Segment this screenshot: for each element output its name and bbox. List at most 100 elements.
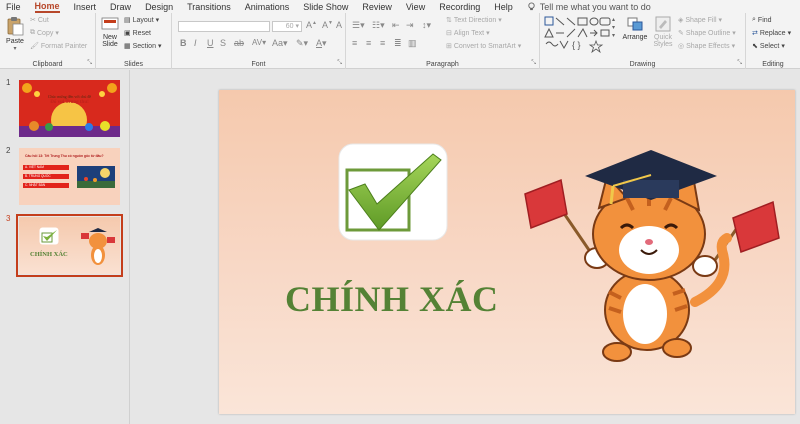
shape-effects-label: Shape Effects xyxy=(686,42,730,50)
font-color-icon[interactable]: A▾ xyxy=(316,38,327,49)
convert-smartart-button[interactable]: ⊞ Convert to SmartArt ▾ xyxy=(446,42,521,51)
paste-button[interactable]: Paste ▾ xyxy=(4,16,26,52)
bullets-icon[interactable]: ☰▾ xyxy=(352,20,365,31)
checkmark-icon[interactable] xyxy=(337,142,449,242)
layout-button[interactable]: ▤ Layout ▾ xyxy=(124,16,159,25)
text-direction-button[interactable]: ⇅ Text Direction ▾ xyxy=(446,16,502,25)
font-size-combo[interactable]: 60 ▾ xyxy=(272,21,302,32)
align-text-label: Align Text xyxy=(453,29,485,37)
thumb-2-option-c: C. NHẬT BẢN xyxy=(23,183,69,188)
section-button[interactable]: ▦ Section ▾ xyxy=(124,42,162,51)
ribbon-tab-bar: File Home Insert Draw Design Transitions… xyxy=(0,0,800,13)
dialog-launcher-icon[interactable]: ⤡ xyxy=(337,60,342,67)
numbering-icon[interactable]: ☷▾ xyxy=(372,20,385,31)
format-painter-button[interactable]: 🖌 Format Painter xyxy=(30,42,88,51)
tell-me-search[interactable]: Tell me what you want to do xyxy=(527,2,651,12)
slide-thumbnail-1[interactable]: Chúc mừng đến với chủ đề Đố vui Trung th… xyxy=(19,80,120,137)
tab-view[interactable]: View xyxy=(406,2,425,12)
shape-outline-label: Shape Outline xyxy=(685,29,731,37)
shape-fill-button[interactable]: ◈ Shape Fill ▾ xyxy=(678,16,723,25)
gallery-scroll-icon[interactable]: ▴ ▾ ▾ xyxy=(612,16,615,40)
character-spacing-icon[interactable]: AV▾ xyxy=(252,38,266,47)
align-right-icon[interactable]: ≡ xyxy=(380,38,385,48)
paste-label: Paste xyxy=(6,38,24,45)
columns-icon[interactable]: ▥ xyxy=(408,38,417,49)
slide-number: 2 xyxy=(6,146,11,155)
arrange-button[interactable]: Arrange xyxy=(622,16,648,41)
align-text-icon: ⊟ xyxy=(446,30,452,37)
reset-icon: ▣ xyxy=(124,30,131,37)
justify-icon[interactable]: ≣ xyxy=(394,38,402,49)
align-text-button[interactable]: ⊟ Align Text ▾ xyxy=(446,29,490,38)
italic-icon[interactable]: I xyxy=(194,38,197,48)
increase-font-icon[interactable]: A▲ xyxy=(306,20,317,30)
clipboard-group-label: Clipboard xyxy=(32,61,63,68)
align-left-icon[interactable]: ≡ xyxy=(352,38,357,48)
ribbon: Paste ▾ ✂ Cut ⧉ Copy ▾ 🖌 Format Painter Clip… xyxy=(0,13,800,69)
effects-icon: ◎ xyxy=(678,43,685,50)
dialog-launcher-icon[interactable]: ⤡ xyxy=(87,60,92,67)
dialog-launcher-icon[interactable]: ⤡ xyxy=(531,60,536,67)
shadow-icon[interactable]: S xyxy=(220,38,226,48)
reset-button[interactable]: ▣ Reset xyxy=(124,29,151,38)
chevron-down-icon: ▾ xyxy=(13,46,17,52)
paragraph-group-label: Paragraph xyxy=(426,61,459,68)
tab-help[interactable]: Help xyxy=(494,2,513,12)
layout-icon: ▤ xyxy=(124,17,131,24)
tab-draw[interactable]: Draw xyxy=(110,2,131,12)
new-slide-icon xyxy=(101,17,119,30)
shapes-gallery[interactable]: { } xyxy=(544,16,616,56)
clear-formatting-icon[interactable]: A xyxy=(336,20,342,30)
chevron-down-icon: ▾ xyxy=(486,30,490,37)
cut-button[interactable]: ✂ Cut xyxy=(30,16,49,25)
slide-thumbnail-pane: 1 Chúc mừng đến với chủ đề Đố vui Trung … xyxy=(0,70,130,424)
decrease-indent-icon[interactable]: ⇤ xyxy=(392,20,400,31)
slide-thumbnail-3[interactable]: CHÍNH XÁC xyxy=(16,214,123,277)
tab-animations[interactable]: Animations xyxy=(245,2,290,12)
cat-mascot-image[interactable] xyxy=(517,142,785,364)
thumb-2-question: Câu hỏi 13: Tết Trung Thu có nguồn gốc t… xyxy=(25,154,104,158)
tab-transitions[interactable]: Transitions xyxy=(187,2,231,12)
format-painter-label: Format Painter xyxy=(40,42,88,50)
tab-recording[interactable]: Recording xyxy=(439,2,480,12)
strikethrough-icon[interactable]: ab xyxy=(234,38,244,48)
line-spacing-icon[interactable]: ↕▾ xyxy=(422,20,431,31)
select-button[interactable]: ⬉ Select ▾ xyxy=(752,42,785,51)
slide-title[interactable]: CHÍNH XÁC xyxy=(285,278,499,320)
copy-button[interactable]: ⧉ Copy ▾ xyxy=(30,29,59,37)
layout-label: Layout xyxy=(132,16,154,24)
bold-icon[interactable]: B xyxy=(180,38,187,48)
select-label: Select xyxy=(759,42,780,50)
tab-insert[interactable]: Insert xyxy=(74,2,97,12)
search-icon: ⌕ xyxy=(752,16,756,23)
change-case-icon[interactable]: Aa▾ xyxy=(272,38,288,49)
align-center-icon[interactable]: ≡ xyxy=(366,38,371,48)
tab-file[interactable]: File xyxy=(6,2,21,12)
decrease-font-icon[interactable]: A▼ xyxy=(322,20,333,30)
find-button[interactable]: ⌕ Find xyxy=(752,16,772,24)
convert-smartart-label: Convert to SmartArt xyxy=(453,42,516,50)
quick-styles-icon xyxy=(655,16,671,32)
new-slide-button[interactable]: New Slide xyxy=(98,16,122,48)
underline-icon[interactable]: U xyxy=(207,38,214,48)
thumb-3-title: CHÍNH XÁC xyxy=(30,251,68,258)
tab-design[interactable]: Design xyxy=(145,2,173,12)
slide-thumbnail-2[interactable]: Câu hỏi 13: Tết Trung Thu có nguồn gốc t… xyxy=(19,148,120,205)
highlight-icon[interactable]: ✎▾ xyxy=(296,38,308,49)
tab-home[interactable]: Home xyxy=(34,1,60,13)
dialog-launcher-icon[interactable]: ⤡ xyxy=(737,60,742,67)
shape-outline-button[interactable]: ✎ Shape Outline ▾ xyxy=(678,29,736,38)
cut-label: Cut xyxy=(37,16,49,24)
quick-styles-button[interactable]: Quick Styles xyxy=(650,16,676,48)
replace-button[interactable]: ⇄ Replace ▾ xyxy=(752,29,791,38)
chevron-down-icon: ▾ xyxy=(55,30,59,37)
tab-slide-show[interactable]: Slide Show xyxy=(303,2,348,12)
section-label: Section xyxy=(132,42,156,50)
font-name-combo[interactable] xyxy=(178,21,270,32)
current-slide[interactable]: CHÍNH XÁC xyxy=(219,90,795,414)
increase-indent-icon[interactable]: ⇥ xyxy=(406,20,414,31)
chevron-down-icon: ▾ xyxy=(718,17,723,24)
text-direction-icon: ⇅ xyxy=(446,17,452,24)
shape-effects-button[interactable]: ◎ Shape Effects ▾ xyxy=(678,42,735,51)
tab-review[interactable]: Review xyxy=(362,2,392,12)
